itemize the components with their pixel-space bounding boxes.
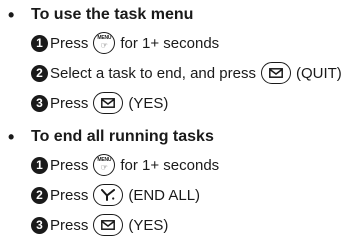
step-text: Press (50, 186, 89, 204)
section-heading: • To use the task menu (8, 2, 342, 28)
step-text: Press (50, 216, 89, 234)
menu-key-symbol: ☞ (100, 163, 108, 172)
mail-key-icon (260, 62, 291, 84)
step-text: Select a task to end, and press (50, 64, 256, 82)
step-text-after: for 1+ seconds (120, 156, 220, 174)
section-task-menu: • To use the task menu 1 Press MENU ☞ fo… (8, 2, 342, 118)
section-end-all-tasks: • To end all running tasks 1 Press MENU … (8, 124, 219, 240)
step-2: 2 Select a task to end, and press (QUIT) (31, 58, 342, 88)
step-1: 1 Press MENU ☞ for 1+ seconds (31, 28, 342, 58)
heading-text: To end all running tasks (31, 128, 214, 145)
step-number: 2 (31, 186, 48, 204)
bullet: • (8, 5, 15, 25)
section-heading: • To end all running tasks (8, 124, 219, 150)
step-1: 1 Press MENU ☞ for 1+ seconds (31, 150, 219, 180)
step-text-after: (END ALL) (128, 186, 201, 204)
step-number: 3 (31, 94, 48, 112)
yahoo-key-icon (93, 184, 124, 206)
step-text: Press (50, 156, 89, 174)
step-text-after: (QUIT) (295, 64, 342, 82)
step-number: 3 (31, 216, 48, 234)
bullet: • (8, 127, 15, 147)
mail-key-icon (93, 214, 124, 236)
step-text: Press (50, 34, 89, 52)
menu-key-icon: MENU ☞ (93, 32, 116, 54)
step-number: 1 (31, 34, 48, 52)
step-text-after: (YES) (128, 94, 169, 112)
menu-key-icon: MENU ☞ (93, 154, 116, 176)
heading-text: To use the task menu (31, 6, 194, 23)
step-text-after: (YES) (128, 216, 169, 234)
mail-key-icon (93, 92, 124, 114)
step-2: 2 Press (END ALL) (31, 180, 219, 210)
step-text: Press (50, 94, 89, 112)
step-3: 3 Press (YES) (31, 88, 342, 118)
step-number: 2 (31, 64, 48, 82)
step-text-after: for 1+ seconds (120, 34, 220, 52)
step-3: 3 Press (YES) (31, 210, 219, 240)
menu-key-symbol: ☞ (100, 41, 108, 50)
step-number: 1 (31, 156, 48, 174)
